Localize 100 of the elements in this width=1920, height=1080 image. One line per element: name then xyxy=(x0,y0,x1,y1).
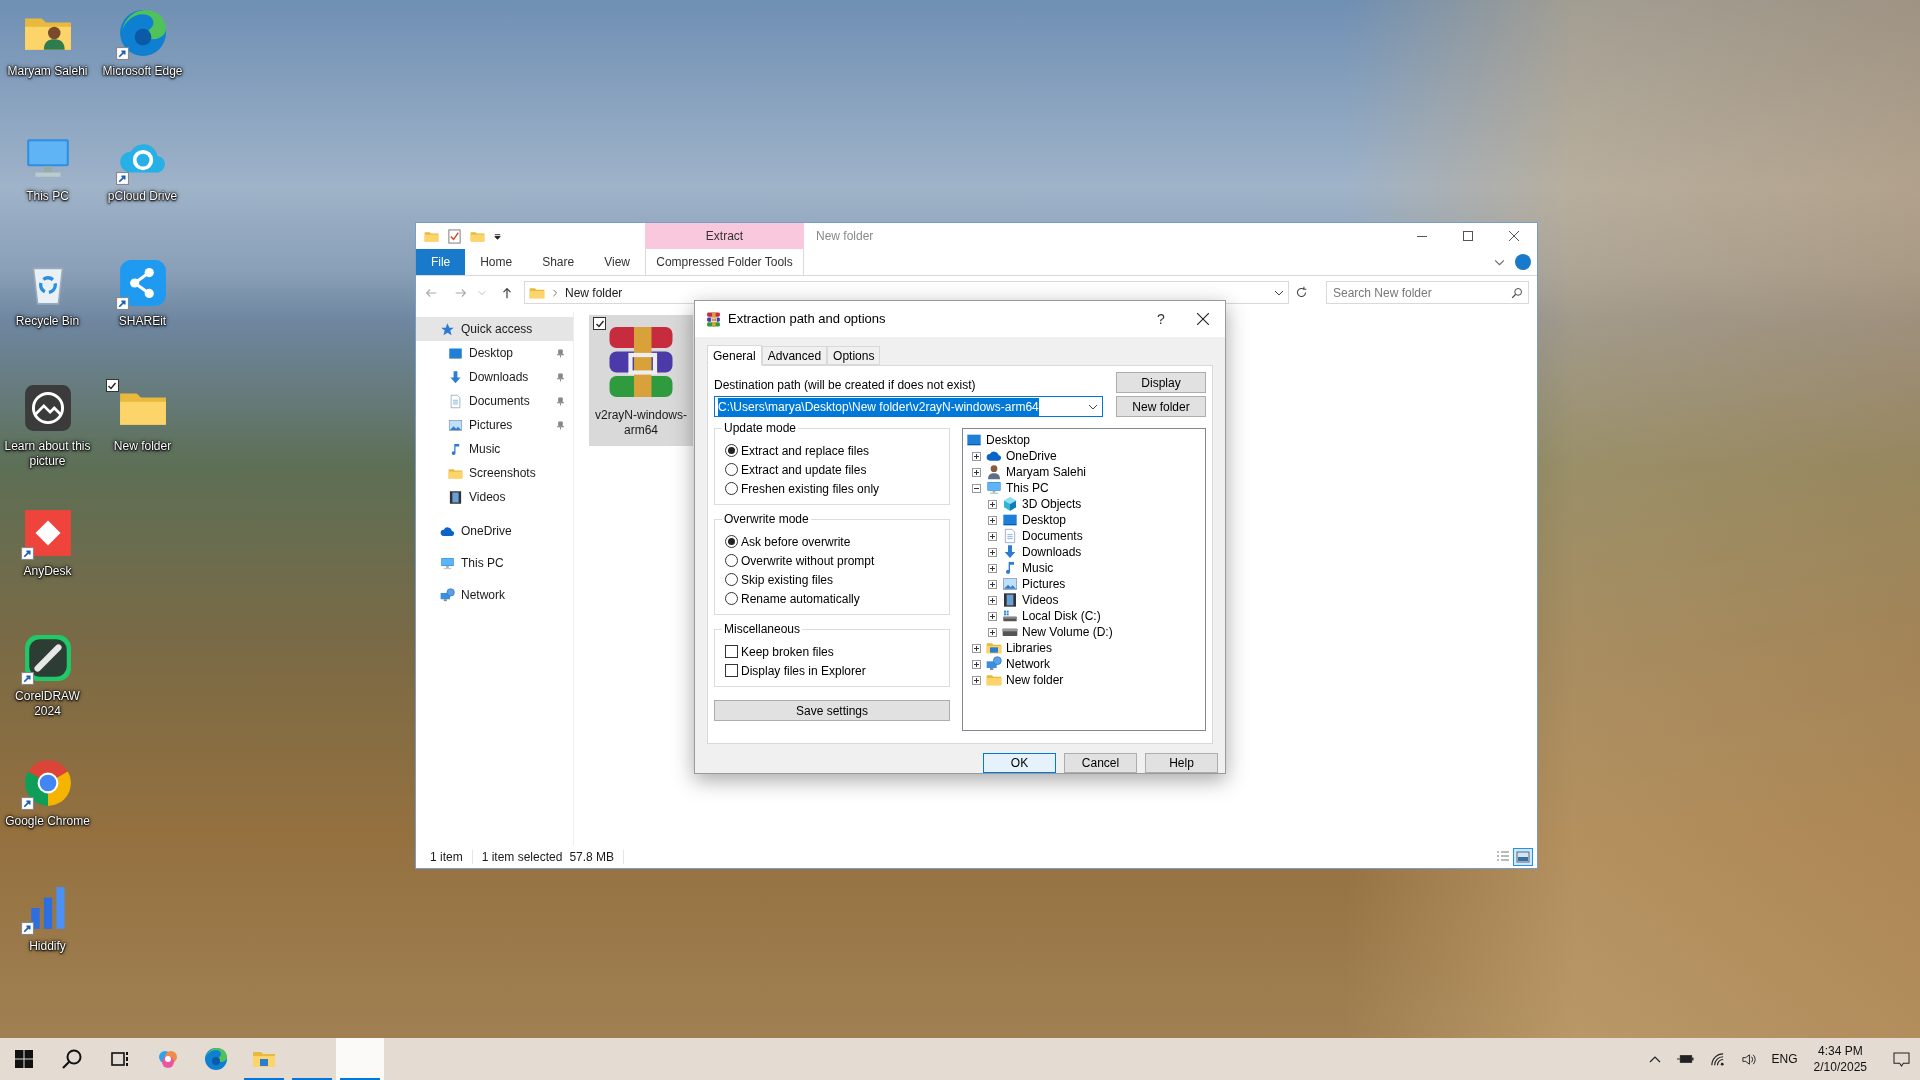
large-icons-view-button[interactable] xyxy=(1513,848,1533,866)
expand-toggle[interactable] xyxy=(988,531,997,541)
search-field[interactable]: Search New folder xyxy=(1326,281,1529,304)
volume-icon[interactable] xyxy=(1740,1051,1756,1067)
tree-item[interactable]: Network xyxy=(1006,655,1050,673)
nav-item[interactable]: Videos xyxy=(416,485,573,509)
clock-time[interactable]: 4:34 PM xyxy=(1817,1043,1863,1059)
close-icon[interactable] xyxy=(1197,313,1209,325)
ribbon-tab[interactable]: View xyxy=(589,249,645,275)
radio-button[interactable] xyxy=(725,444,738,457)
refresh-icon[interactable] xyxy=(1295,286,1308,299)
battery-icon[interactable] xyxy=(1676,1054,1694,1064)
destination-path-combobox[interactable]: C:\Users\marya\Desktop\New folder\v2rayN-windows-arm64 xyxy=(714,396,1103,417)
plus-icon xyxy=(973,452,980,460)
expand-toggle[interactable] xyxy=(988,547,997,557)
notification-icon[interactable] xyxy=(1893,1051,1910,1067)
library-icon xyxy=(986,640,1002,656)
tree-item[interactable]: Desktop xyxy=(1022,511,1067,529)
expand-toggle[interactable] xyxy=(972,659,981,669)
dialog-tab[interactable]: General xyxy=(707,345,762,366)
radio-button[interactable] xyxy=(725,573,738,586)
nav-item[interactable]: Screenshots xyxy=(416,461,573,485)
minimize-icon[interactable] xyxy=(1417,235,1427,237)
browser-logo-icon[interactable] xyxy=(22,758,73,808)
radio-button[interactable] xyxy=(725,592,738,605)
nav-item[interactable]: Music xyxy=(416,437,573,461)
tree-item[interactable]: Desktop xyxy=(986,431,1031,449)
expand-toggle[interactable] xyxy=(972,643,981,653)
nav-item[interactable]: OneDrive xyxy=(416,515,573,547)
tree-item[interactable]: New folder xyxy=(1006,671,1064,689)
ribbon-tab[interactable]: File xyxy=(416,249,466,275)
properties-icon[interactable] xyxy=(447,228,462,244)
tree-item[interactable]: Documents xyxy=(1022,527,1083,545)
ribbon-tab[interactable]: Home xyxy=(465,249,528,275)
diamond-logo-icon[interactable] xyxy=(22,508,73,558)
landscape-icon[interactable] xyxy=(22,383,73,433)
expand-toggle[interactable] xyxy=(988,595,997,605)
share-logo-icon[interactable] xyxy=(117,258,168,308)
selection-checkbox[interactable] xyxy=(593,317,606,330)
plus-icon xyxy=(973,676,980,684)
file-item[interactable]: v2rayN-windows-arm64 xyxy=(589,315,693,446)
tree-item[interactable]: Videos xyxy=(1022,591,1059,609)
nav-item[interactable]: Desktop xyxy=(416,341,573,365)
expand-toggle[interactable] xyxy=(988,579,997,589)
tree-item[interactable]: Maryam Salehi xyxy=(1006,463,1087,481)
nav-item[interactable]: Pictures xyxy=(416,413,573,437)
dialog-button[interactable]: OK xyxy=(983,753,1056,773)
clock-date[interactable]: 2/10/2025 xyxy=(1813,1059,1867,1075)
maximize-icon[interactable] xyxy=(1463,231,1473,241)
radio-button[interactable] xyxy=(725,482,738,495)
radio-button[interactable] xyxy=(725,535,738,548)
checkbox[interactable] xyxy=(725,645,738,658)
tree-item[interactable]: Downloads xyxy=(1022,543,1082,561)
radio-button[interactable] xyxy=(725,554,738,567)
checkbox[interactable] xyxy=(725,664,738,677)
expand-toggle[interactable] xyxy=(972,467,981,477)
close-icon[interactable] xyxy=(1509,231,1519,241)
chevron-up-icon[interactable] xyxy=(1648,1055,1661,1063)
tree-item[interactable]: Music xyxy=(1022,559,1054,577)
help-button[interactable]: ? xyxy=(1141,304,1181,334)
ribbon-tab[interactable]: Share xyxy=(527,249,590,275)
expand-toggle[interactable] xyxy=(988,563,997,573)
dialog-tab[interactable]: Options xyxy=(827,346,881,365)
radio-button[interactable] xyxy=(725,463,738,476)
pen-logo-icon[interactable] xyxy=(22,633,73,683)
ribbon-tab[interactable]: Compressed Folder Tools xyxy=(645,249,804,275)
expand-toggle[interactable] xyxy=(988,611,997,621)
dialog-tab[interactable]: Advanced xyxy=(761,346,828,365)
expand-toggle[interactable] xyxy=(988,515,997,525)
tree-item[interactable]: New Volume (D:) xyxy=(1022,623,1113,641)
save-settings-button[interactable]: Save settings xyxy=(714,700,950,721)
dialog-button[interactable]: New folder xyxy=(1116,396,1206,417)
language-indicator[interactable]: ENG xyxy=(1771,1050,1798,1068)
expand-toggle[interactable] xyxy=(972,675,981,685)
nav-item[interactable]: Network xyxy=(416,579,573,611)
nav-item[interactable]: Quick access xyxy=(416,317,573,341)
nav-item[interactable]: Documents xyxy=(416,389,573,413)
collapse-toggle[interactable] xyxy=(972,483,981,493)
tree-item[interactable]: Pictures xyxy=(1022,575,1066,593)
wifi-icon[interactable] xyxy=(1709,1051,1725,1067)
nav-item[interactable]: Downloads xyxy=(416,365,573,389)
nav-item[interactable]: This PC xyxy=(416,547,573,579)
tree-item[interactable]: Local Disk (C:) xyxy=(1022,607,1101,625)
tree-item[interactable]: OneDrive xyxy=(1006,447,1057,465)
expand-toggle[interactable] xyxy=(988,627,997,637)
tree-item[interactable]: This PC xyxy=(1006,479,1049,497)
selection-checkbox[interactable] xyxy=(105,379,119,392)
dialog-button[interactable]: Cancel xyxy=(1064,753,1137,773)
caret-icon[interactable] xyxy=(493,231,502,241)
tree-item[interactable]: Libraries xyxy=(1006,639,1053,657)
up-arrow-icon[interactable] xyxy=(500,285,514,300)
dialog-button[interactable]: Display xyxy=(1116,372,1206,393)
tree-item[interactable]: 3D Objects xyxy=(1022,495,1082,513)
expand-toggle[interactable] xyxy=(988,499,997,509)
dialog-button[interactable]: Help xyxy=(1145,753,1218,773)
browser-logo-icon[interactable] xyxy=(117,8,168,58)
expand-toggle[interactable] xyxy=(972,451,981,461)
option-label: Freshen existing files only xyxy=(741,480,880,498)
plus-icon xyxy=(989,548,996,556)
help-icon[interactable] xyxy=(1515,254,1531,270)
